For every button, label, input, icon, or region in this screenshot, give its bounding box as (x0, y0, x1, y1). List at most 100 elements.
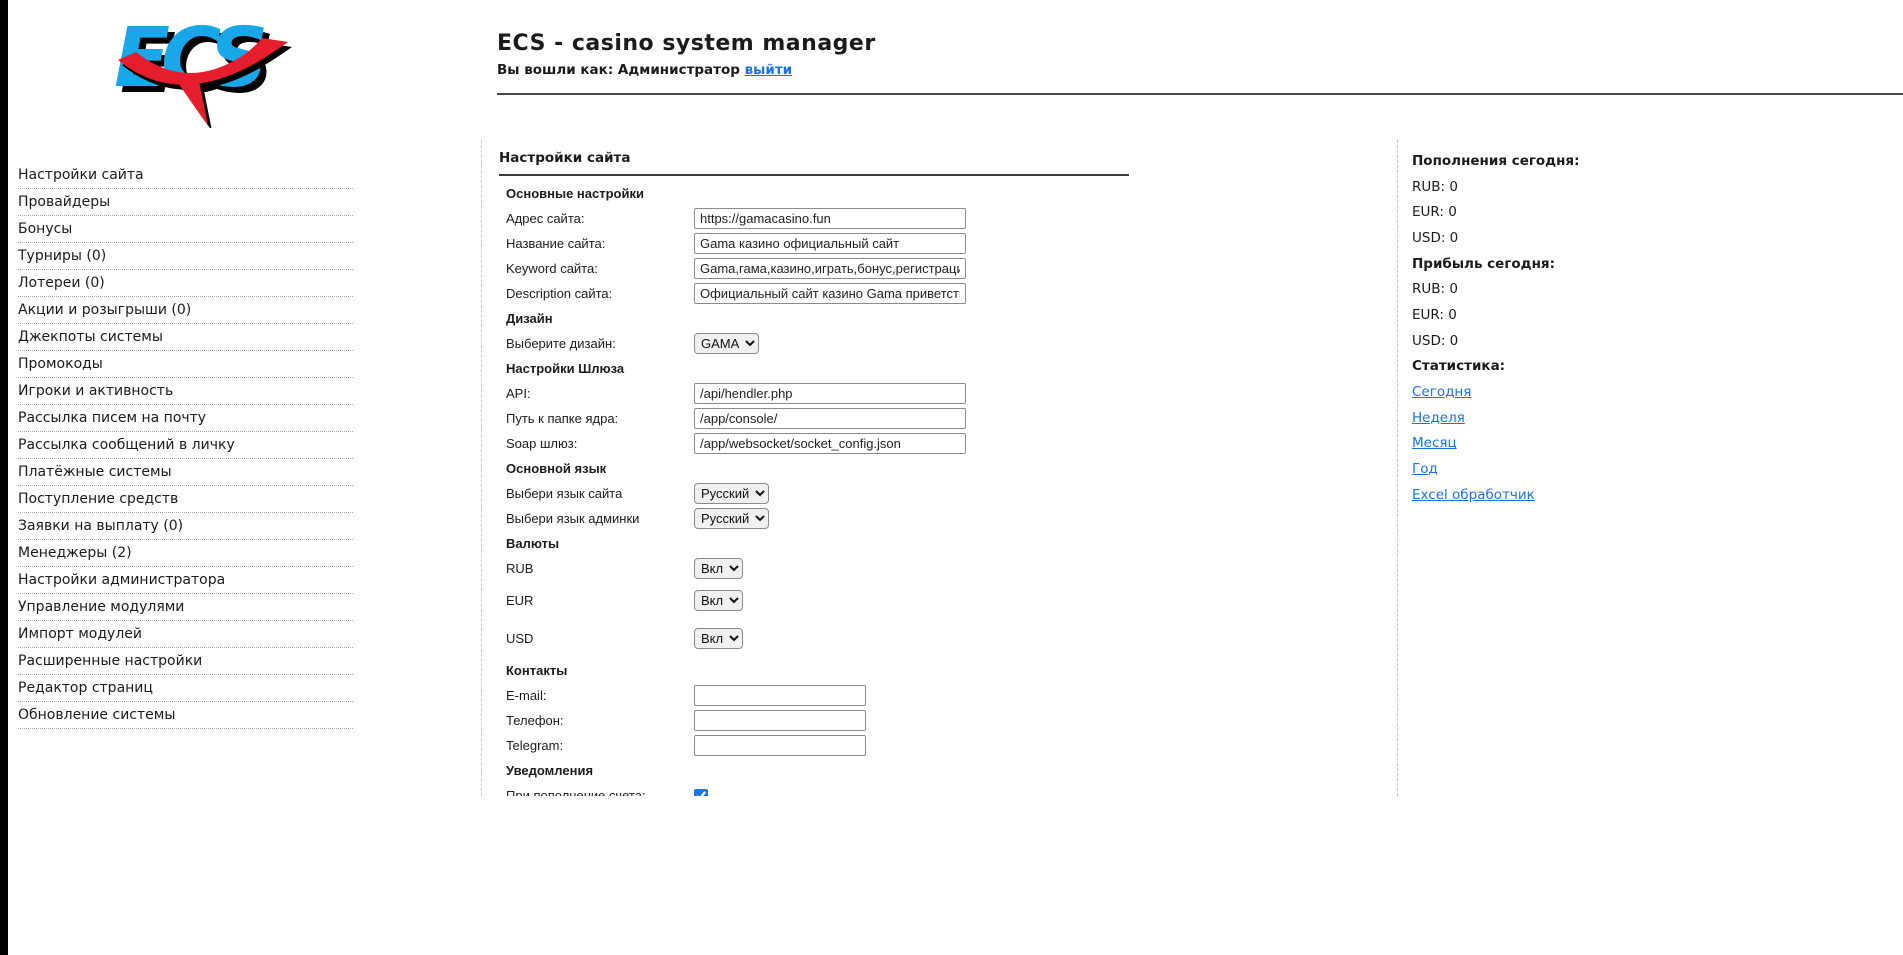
panel-title-underline (499, 174, 1129, 176)
sidebar-item-module-import[interactable]: Импорт модулей (18, 621, 353, 648)
deposits-usd: USD: 0 (1412, 225, 1579, 251)
profit-eur: EUR: 0 (1412, 302, 1579, 328)
header-divider (497, 93, 1903, 95)
sidebar-item-page-editor[interactable]: Редактор страниц (18, 675, 353, 702)
site-name-row: Название сайта: (506, 231, 1397, 256)
section-notifications: Уведомления (506, 758, 1397, 783)
ecs-logo[interactable]: ECS ECS (106, 8, 296, 128)
api-label: API: (506, 386, 694, 401)
phone-field[interactable] (694, 710, 866, 731)
eur-label: EUR (506, 593, 694, 608)
rub-row: RUB Вкл (506, 556, 1397, 581)
deposit-notify-checkbox[interactable] (694, 789, 708, 797)
phone-label: Телефон: (506, 713, 694, 728)
site-settings-form: Основные настройки Адрес сайта: Название… (506, 181, 1397, 796)
sidebar-item-players[interactable]: Игроки и активность (18, 378, 353, 405)
site-name-field[interactable] (694, 233, 966, 254)
section-design: Дизайн (506, 306, 1397, 331)
site-description-field[interactable] (694, 283, 966, 304)
site-language-select[interactable]: Русский (694, 483, 769, 504)
design-row: Выберите дизайн: GAMA (506, 331, 1397, 356)
design-label: Выберите дизайн: (506, 336, 694, 351)
soap-field[interactable] (694, 433, 966, 454)
deposit-notify-row: При пополнение счета: (506, 783, 1397, 796)
stats-link-excel[interactable]: Excel обработчик (1412, 487, 1535, 503)
core-path-row: Путь к папке ядра: (506, 406, 1397, 431)
soap-row: Soap шлюз: (506, 431, 1397, 456)
rub-select[interactable]: Вкл (694, 558, 743, 579)
stats-link-week[interactable]: Неделя (1412, 410, 1465, 426)
sidebar-item-advanced-settings[interactable]: Расширенные настройки (18, 648, 353, 675)
section-language: Основной язык (506, 456, 1397, 481)
usd-select[interactable]: Вкл (694, 628, 743, 649)
header: ECS - casino system manager Вы вошли как… (497, 31, 876, 78)
sidebar-nav: Настройки сайта Провайдеры Бонусы Турнир… (18, 162, 353, 729)
email-field[interactable] (694, 685, 866, 706)
site-language-row: Выбери язык сайта Русский (506, 481, 1397, 506)
site-url-row: Адрес сайта: (506, 206, 1397, 231)
email-label: E-mail: (506, 688, 694, 703)
admin-language-label: Выбери язык админки (506, 511, 694, 526)
usd-row: USD Вкл (506, 626, 1397, 651)
sidebar-item-site-settings[interactable]: Настройки сайта (18, 162, 353, 189)
sidebar-item-payment-systems[interactable]: Платёжные системы (18, 459, 353, 486)
sidebar-item-bonuses[interactable]: Бонусы (18, 216, 353, 243)
section-contacts: Контакты (506, 658, 1397, 683)
logout-link[interactable]: выйти (745, 62, 793, 78)
sidebar-item-module-management[interactable]: Управление модулями (18, 594, 353, 621)
sidebar-item-lotteries[interactable]: Лотереи (0) (18, 270, 353, 297)
sidebar-item-promotions[interactable]: Акции и розыгрыши (0) (18, 297, 353, 324)
sidebar-item-incoming-funds[interactable]: Поступление средств (18, 486, 353, 513)
usd-label: USD (506, 631, 694, 646)
site-url-field[interactable] (694, 208, 966, 229)
sidebar-item-system-update[interactable]: Обновление системы (18, 702, 353, 729)
deposit-notify-label: При пополнение счета: (506, 788, 694, 796)
core-path-label: Путь к папке ядра: (506, 411, 694, 426)
section-general: Основные настройки (506, 181, 1397, 206)
stats-link-month[interactable]: Месяц (1412, 435, 1457, 451)
site-url-label: Адрес сайта: (506, 211, 694, 226)
site-name-label: Название сайта: (506, 236, 694, 251)
left-edge-strip (0, 0, 8, 955)
statistics-title: Статистика: (1412, 354, 1579, 380)
stats-link-year[interactable]: Год (1412, 461, 1438, 477)
deposits-eur: EUR: 0 (1412, 199, 1579, 225)
rub-label: RUB (506, 561, 694, 576)
deposits-today-title: Пополнения сегодня: (1412, 148, 1579, 174)
sidebar-item-email-broadcast[interactable]: Рассылка писем на почту (18, 405, 353, 432)
telegram-row: Telegram: (506, 733, 1397, 758)
stats-link-today[interactable]: Сегодня (1412, 384, 1471, 400)
profit-today-title: Прибыль сегодня: (1412, 251, 1579, 277)
api-field[interactable] (694, 383, 966, 404)
site-keywords-field[interactable] (694, 258, 966, 279)
telegram-label: Telegram: (506, 738, 694, 753)
sidebar-item-payout-requests[interactable]: Заявки на выплату (0) (18, 513, 353, 540)
deposits-rub: RUB: 0 (1412, 174, 1579, 200)
core-path-field[interactable] (694, 408, 966, 429)
section-gateway: Настройки Шлюза (506, 356, 1397, 381)
section-currencies: Валюты (506, 531, 1397, 556)
sidebar-item-jackpots[interactable]: Джекпоты системы (18, 324, 353, 351)
admin-language-select[interactable]: Русский (694, 508, 769, 529)
stats-panel: Пополнения сегодня: RUB: 0 EUR: 0 USD: 0… (1412, 148, 1579, 508)
sidebar-item-promocodes[interactable]: Промокоды (18, 351, 353, 378)
eur-row: EUR Вкл (506, 588, 1397, 613)
sidebar-item-tournaments[interactable]: Турниры (0) (18, 243, 353, 270)
design-select[interactable]: GAMA (694, 333, 759, 354)
sidebar-item-pm-broadcast[interactable]: Рассылка сообщений в личку (18, 432, 353, 459)
site-settings-panel: Настройки сайта Основные настройки Адрес… (481, 140, 1398, 796)
eur-select[interactable]: Вкл (694, 590, 743, 611)
email-row: E-mail: (506, 683, 1397, 708)
api-row: API: (506, 381, 1397, 406)
sidebar-item-providers[interactable]: Провайдеры (18, 189, 353, 216)
sidebar-item-managers[interactable]: Менеджеры (2) (18, 540, 353, 567)
telegram-field[interactable] (694, 735, 866, 756)
panel-title: Настройки сайта (499, 150, 1397, 166)
site-description-row: Description сайта: (506, 281, 1397, 306)
login-status-label: Вы вошли как: Администратор (497, 62, 740, 78)
page-title: ECS - casino system manager (497, 31, 876, 56)
sidebar-item-admin-settings[interactable]: Настройки администратора (18, 567, 353, 594)
site-keywords-row: Keyword сайта: (506, 256, 1397, 281)
admin-language-row: Выбери язык админки Русский (506, 506, 1397, 531)
login-status: Вы вошли как: Администратор выйти (497, 62, 876, 78)
